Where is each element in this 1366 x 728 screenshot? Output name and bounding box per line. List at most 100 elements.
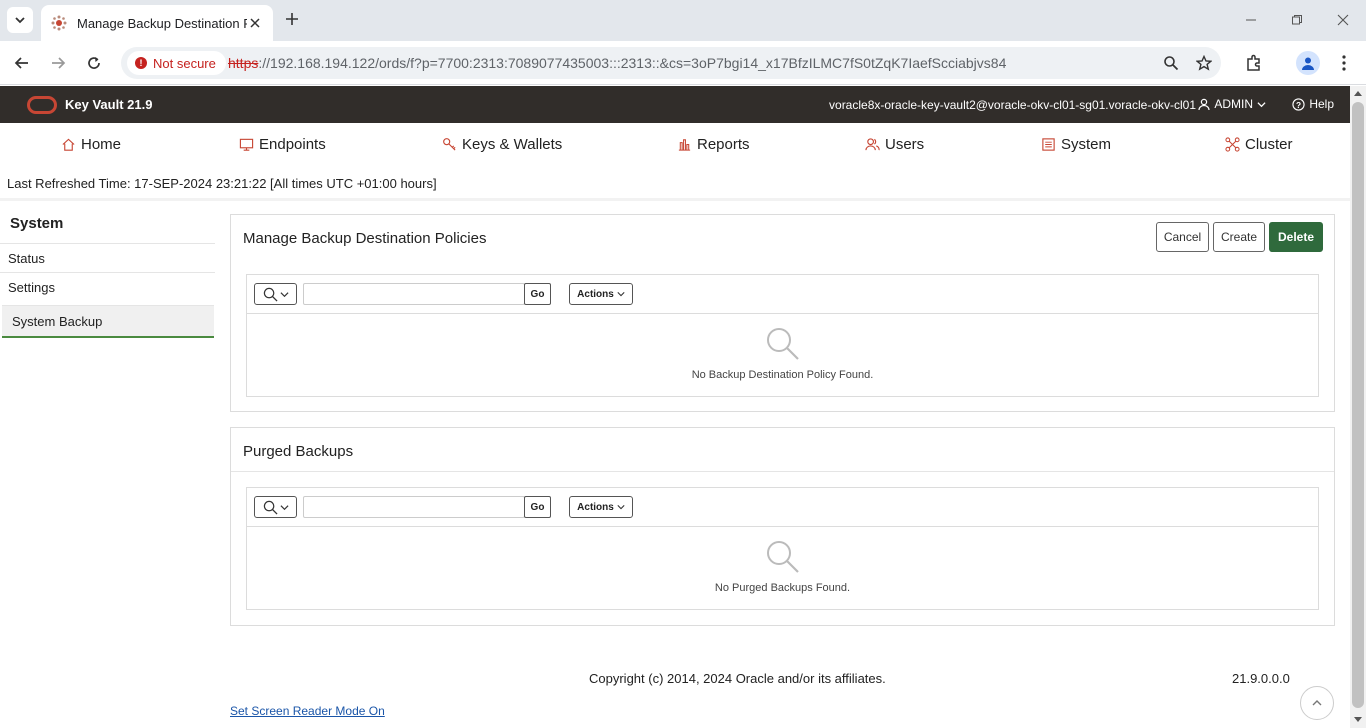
search-icon (263, 287, 278, 302)
sidebar-title: System (10, 215, 64, 232)
last-refreshed-text: Last Refreshed Time: 17-SEP-2024 23:21:2… (7, 176, 437, 191)
help-link[interactable]: ? Help (1292, 97, 1334, 111)
minimize-icon[interactable] (1241, 10, 1261, 30)
reload-icon[interactable] (83, 52, 105, 74)
tab-close-icon[interactable] (247, 15, 263, 31)
app-header: Key Vault 21.9 voracle8x-oracle-key-vaul… (0, 86, 1350, 123)
tab-title: Manage Backup Destination Po (77, 15, 247, 31)
nav-home-label: Home (81, 136, 122, 153)
nav-system[interactable]: System (1041, 136, 1111, 153)
sidebar-item-status[interactable]: Status (0, 243, 215, 272)
chevron-down-icon (279, 504, 289, 510)
backup-policies-panel: Manage Backup Destination Policies Cance… (230, 214, 1335, 412)
page-scrollbar[interactable] (1350, 86, 1366, 728)
security-label: Not secure (153, 55, 216, 71)
sidebar-item-label: System Backup (12, 313, 103, 329)
chevron-down-icon (617, 505, 625, 510)
scroll-up-arrow[interactable] (1354, 91, 1362, 96)
warning-icon: ! (135, 57, 147, 69)
scrollbar-thumb[interactable] (1352, 102, 1364, 708)
svg-text:?: ? (1296, 99, 1301, 109)
copyright-text: Copyright (c) 2014, 2024 Oracle and/or i… (589, 671, 886, 686)
home-icon (62, 138, 75, 151)
new-tab-icon[interactable] (282, 9, 302, 29)
actions-menu-button[interactable]: Actions (569, 496, 633, 518)
actions-label: Actions (577, 501, 614, 513)
nav-endpoints[interactable]: Endpoints (239, 136, 326, 153)
go-button[interactable]: Go (524, 496, 551, 518)
purged-backups-panel: Purged Backups Go Actions No Purged Back… (230, 427, 1335, 626)
empty-message: No Purged Backups Found. (714, 582, 851, 594)
bookmark-star-icon[interactable] (1193, 52, 1215, 74)
users-icon (865, 138, 880, 151)
oracle-logo[interactable] (27, 96, 57, 114)
nav-home[interactable]: Home (61, 136, 121, 153)
sidebar-item-label: Status (8, 250, 45, 266)
magnifier-icon (767, 328, 799, 360)
security-chip[interactable]: ! Not secure (127, 51, 226, 75)
top-nav: Home Endpoints Keys & Wallets Reports Us… (0, 123, 1350, 168)
panel-title: Purged Backups (243, 443, 354, 460)
forward-icon[interactable] (47, 52, 69, 74)
url-rest: ://192.168.194.122/ords/f?p=7700:2313:70… (258, 55, 1007, 71)
empty-message: No Backup Destination Policy Found. (691, 369, 874, 381)
actions-label: Actions (577, 288, 614, 300)
user-icon (1198, 98, 1210, 110)
zoom-icon[interactable] (1160, 52, 1182, 74)
report-toolbar: Go Actions (247, 275, 1318, 314)
nav-keys-wallets[interactable]: Keys & Wallets (442, 136, 562, 153)
scroll-to-top-button[interactable] (1300, 686, 1334, 720)
favicon-icon (51, 15, 67, 31)
app-name[interactable]: Key Vault 21.9 (65, 97, 152, 112)
chevron-up-icon (1312, 700, 1322, 706)
search-input[interactable] (303, 496, 525, 518)
address-bar-row: ! Not secure https://192.168.194.122/ord… (0, 41, 1366, 85)
empty-state: No Backup Destination Policy Found. (247, 315, 1318, 397)
sidebar-item-settings[interactable]: Settings (0, 272, 215, 301)
empty-state: No Purged Backups Found. (247, 528, 1318, 610)
bar-chart-icon (678, 139, 691, 151)
admin-menu[interactable]: ADMIN (1198, 97, 1266, 111)
profile-avatar-icon[interactable] (1296, 51, 1320, 75)
screen-reader-link[interactable]: Set Screen Reader Mode On (230, 704, 385, 718)
scroll-down-arrow[interactable] (1354, 717, 1362, 722)
search-column-select[interactable] (254, 283, 297, 305)
help-label: Help (1309, 97, 1334, 111)
panel-divider (231, 471, 1334, 472)
actions-menu-button[interactable]: Actions (569, 283, 633, 305)
nav-users-label: Users (885, 136, 925, 153)
nav-users[interactable]: Users (865, 136, 924, 153)
search-column-select[interactable] (254, 496, 297, 518)
url-text[interactable]: https://192.168.194.122/ords/f?p=7700:23… (228, 55, 1006, 71)
cluster-icon (1225, 137, 1240, 152)
sidebar: System Status Settings System Backup (0, 201, 215, 721)
chevron-down-icon (15, 17, 25, 24)
restore-icon[interactable] (1287, 10, 1307, 30)
nav-cluster[interactable]: Cluster (1225, 136, 1293, 153)
extensions-icon[interactable] (1243, 52, 1265, 74)
magnifier-icon (767, 541, 799, 573)
create-button[interactable]: Create (1213, 222, 1265, 252)
delete-button[interactable]: Delete (1269, 222, 1323, 252)
nav-cluster-label: Cluster (1245, 136, 1293, 153)
sidebar-item-label: Settings (8, 279, 55, 295)
search-input[interactable] (303, 283, 525, 305)
go-button[interactable]: Go (524, 283, 551, 305)
close-window-icon[interactable] (1333, 10, 1353, 30)
url-protocol: https (228, 55, 259, 71)
sidebar-item-system-backup[interactable]: System Backup (2, 305, 214, 338)
browser-tab[interactable]: Manage Backup Destination Po (41, 5, 273, 41)
chevron-down-icon (1257, 101, 1266, 107)
back-icon[interactable] (11, 52, 33, 74)
report-toolbar: Go Actions (247, 488, 1318, 527)
nav-reports[interactable]: Reports (677, 136, 750, 153)
cancel-button[interactable]: Cancel (1156, 222, 1209, 252)
browser-menu-icon[interactable] (1333, 52, 1355, 74)
purged-report: Go Actions No Purged Backups Found. (246, 487, 1319, 610)
tab-search-button[interactable] (7, 7, 33, 33)
nav-keys-label: Keys & Wallets (462, 136, 563, 153)
browser-tab-bar: Manage Backup Destination Po (0, 0, 1366, 41)
help-icon: ? (1292, 97, 1305, 111)
chevron-down-icon (279, 291, 289, 297)
omnibox[interactable]: ! Not secure https://192.168.194.122/ord… (121, 47, 1221, 79)
